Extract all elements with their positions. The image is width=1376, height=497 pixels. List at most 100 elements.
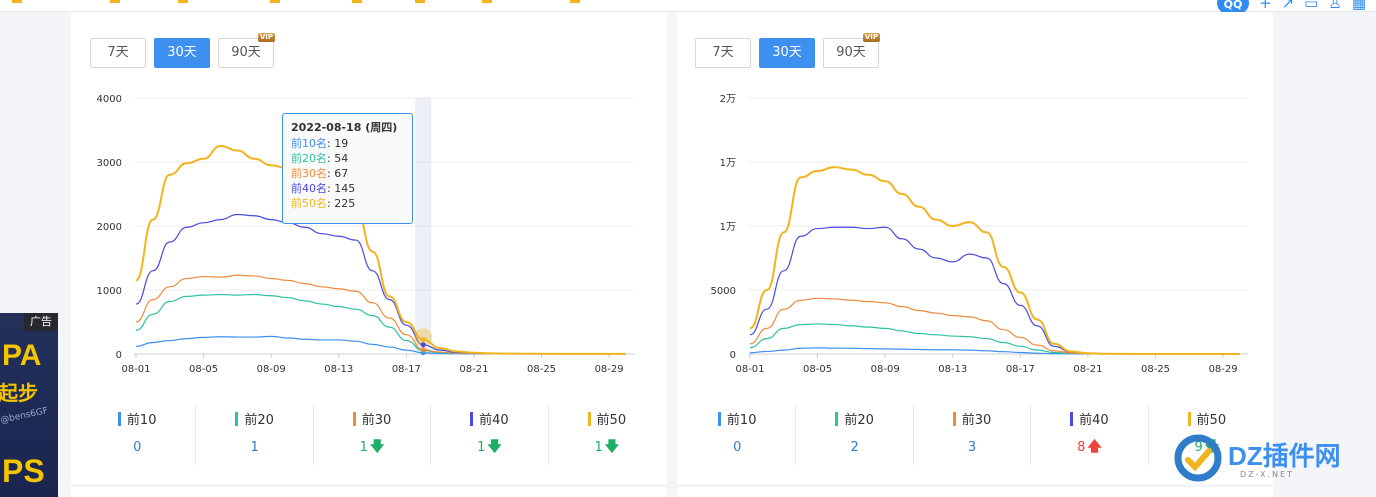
series-line xyxy=(135,335,626,355)
tooltip-row-value: 19 xyxy=(334,137,349,150)
x-tick-label: 08-29 xyxy=(595,364,624,375)
plus-icon[interactable]: + xyxy=(1259,0,1272,12)
stat-top40[interactable]: 前40 1 🡇 xyxy=(430,405,547,465)
ranking-chart-right[interactable]: 0 5000 1万 1万 2万 08-01 08-05 08-09 08-13 08-17 08-2… xyxy=(677,82,1273,382)
tooltip-row-name: 前10名 xyxy=(291,137,327,150)
top-bar-mark xyxy=(270,0,280,3)
x-tick-label: 08-09 xyxy=(871,364,900,375)
range-90d-label: 90天 xyxy=(231,45,261,60)
stat-label-text: 前50 xyxy=(596,413,627,428)
series-line xyxy=(135,213,626,355)
range-30d-button[interactable]: 30天 xyxy=(154,38,210,68)
stat-value: 0 xyxy=(79,440,195,455)
y-tick-label: 1万 xyxy=(720,158,736,169)
legend-swatch xyxy=(835,411,839,426)
x-tick-label: 08-21 xyxy=(459,364,488,375)
ranking-panel-right: 7天 30天 90天 VIP 0 5000 1万 1万 2万 08-01 08-05 08-0… xyxy=(677,12,1273,484)
tooltip-row: 前30名: 67 xyxy=(291,167,349,180)
x-tick-label: 08-21 xyxy=(1073,364,1102,375)
tooltip-row-name: 前30名 xyxy=(291,167,327,180)
range-30d-button[interactable]: 30天 xyxy=(759,38,815,68)
y-tick-label: 0 xyxy=(730,350,736,361)
stat-label-text: 前30 xyxy=(961,413,992,428)
user-icon[interactable]: ♙ xyxy=(1328,0,1341,12)
y-tick-label: 2万 xyxy=(720,94,736,105)
stat-label: 前10 xyxy=(717,409,757,428)
tooltip-row-name: 前40名 xyxy=(291,182,327,195)
stat-label-text: 前10 xyxy=(126,413,157,428)
stat-top30[interactable]: 前30 3 xyxy=(912,405,1030,465)
ad-text: 起步 xyxy=(0,383,38,405)
grid-icon[interactable]: ▦ xyxy=(1352,0,1366,12)
y-tick-label: 1万 xyxy=(720,222,736,233)
x-tick-label: 08-13 xyxy=(938,364,967,375)
stat-value: 8 🡅 xyxy=(1031,440,1147,455)
top-bar-mark xyxy=(415,0,425,3)
stat-top30[interactable]: 前30 1 🡇 xyxy=(312,405,430,465)
share-icon[interactable]: ↗ xyxy=(1282,0,1295,12)
stat-label-text: 前10 xyxy=(726,413,757,428)
rank-stats-left: 前10 0 前20 1 前30 1 🡇 前40 1 🡇 前50 1 🡇 xyxy=(79,405,665,465)
legend-swatch xyxy=(717,411,721,426)
stat-value: 1 🡇 xyxy=(314,440,430,455)
x-tick-label: 08-05 xyxy=(189,364,218,375)
legend-swatch xyxy=(352,411,356,426)
range-90d-button[interactable]: 90天 VIP xyxy=(218,33,275,68)
top-bar-mark xyxy=(482,0,492,3)
x-tick-label: 08-17 xyxy=(1006,364,1035,375)
watermark-logo-icon xyxy=(1174,434,1222,482)
y-tick-label: 4000 xyxy=(97,94,122,105)
ad-tag: 广告 xyxy=(24,313,58,331)
series-line xyxy=(135,293,626,355)
box-icon[interactable]: ▭ xyxy=(1304,0,1318,12)
tooltip-row-value: 225 xyxy=(334,197,356,210)
watermark-sub: DZ-X.NET xyxy=(1240,470,1294,479)
tooltip-row: 前40名: 145 xyxy=(291,182,356,195)
stat-label-text: 前40 xyxy=(1079,413,1109,428)
top-bar-mark xyxy=(12,0,22,3)
stat-value-text: 0 xyxy=(133,439,142,455)
stat-top40[interactable]: 前40 8 🡅 xyxy=(1030,405,1147,465)
stat-label: 前10 xyxy=(117,409,157,428)
top-bar-mark xyxy=(570,0,580,3)
stat-top10[interactable]: 前10 0 xyxy=(79,405,195,465)
panel-below-right xyxy=(677,487,1273,497)
stat-value: 1 🡇 xyxy=(549,440,665,455)
arrow-down-icon: 🡇 xyxy=(487,439,502,455)
arrow-up-icon: 🡅 xyxy=(1087,439,1102,455)
stat-top50[interactable]: 前50 1 🡇 xyxy=(547,405,665,465)
ad-banner[interactable]: 广告 PA 起步 @bens6GF PS xyxy=(0,313,58,497)
y-tick-label: 1000 xyxy=(97,286,122,297)
stat-value-text: 1 xyxy=(359,439,368,455)
top-bar: QQ + ↗ ▭ ♙ ▦ xyxy=(0,0,1376,14)
stat-top20[interactable]: 前20 2 xyxy=(795,405,912,465)
stat-label: 前50 xyxy=(1187,409,1226,428)
stat-value: 0 xyxy=(679,440,795,455)
stat-label-text: 前20 xyxy=(244,413,274,428)
x-tick-label: 08-29 xyxy=(1209,364,1238,375)
range-7d-button[interactable]: 7天 xyxy=(90,38,146,68)
stat-label: 前40 xyxy=(1070,409,1109,428)
stat-value: 3 xyxy=(914,440,1030,455)
tooltip-row: 前10名: 19 xyxy=(291,137,349,150)
x-tick-label: 08-17 xyxy=(392,364,421,375)
series-line xyxy=(749,323,1240,355)
top-bar-mark xyxy=(178,0,188,3)
legend-swatch xyxy=(1187,411,1191,426)
top-bar-mark xyxy=(110,0,120,3)
stat-value: 2 xyxy=(796,440,912,455)
hover-point xyxy=(420,337,426,343)
range-90d-button[interactable]: 90天 VIP xyxy=(823,33,880,68)
chart-tooltip: 2022-08-18 (周四) 前10名: 19 前20名: 54 前30名: … xyxy=(282,113,413,224)
stat-label: 前30 xyxy=(952,409,992,428)
stat-value-text: 1 xyxy=(477,439,486,455)
y-tick-label: 5000 xyxy=(711,286,736,297)
range-7d-button[interactable]: 7天 xyxy=(695,38,751,68)
x-tick-label: 08-25 xyxy=(1141,364,1170,375)
x-tick-label: 08-13 xyxy=(324,364,353,375)
legend-swatch xyxy=(952,411,956,426)
stat-top20[interactable]: 前20 1 xyxy=(195,405,312,465)
stat-value-text: 2 xyxy=(850,439,859,455)
stat-value-text: 1 xyxy=(250,439,259,455)
stat-top10[interactable]: 前10 0 xyxy=(679,405,795,465)
